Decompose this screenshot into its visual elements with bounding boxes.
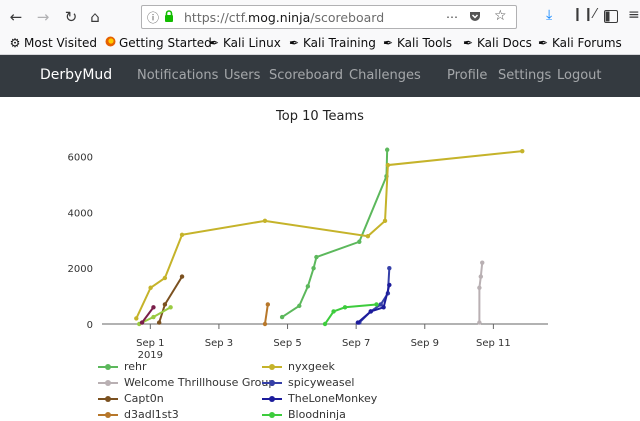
data-point: [162, 275, 168, 281]
data-point: [297, 303, 302, 309]
legend-swatch: [262, 364, 282, 370]
series-line: [478, 262, 484, 323]
legend-item[interactable]: TheLoneMonkey: [262, 392, 377, 405]
series-line: [135, 150, 523, 319]
data-point: [477, 320, 482, 325]
legend-label: rehr: [124, 360, 147, 373]
scoreboard-chart: 0200040006000Sep 12019Sep 3 Sep 5 Sep 7 Sep…: [68, 147, 548, 361]
legend-swatch: [98, 380, 118, 386]
data-point: [385, 162, 391, 168]
legend-swatch: [262, 380, 282, 386]
data-point: [368, 309, 373, 314]
legend-swatch: [262, 396, 282, 402]
data-point: [478, 274, 484, 279]
data-point: [387, 282, 392, 288]
data-point: [151, 314, 156, 320]
legend-swatch: [98, 364, 118, 370]
series-line: [263, 304, 269, 325]
legend-label: d3adl1st3: [124, 408, 179, 421]
data-point: [168, 305, 173, 310]
data-point: [365, 233, 371, 239]
series-line: [358, 268, 391, 324]
data-point: [279, 314, 285, 320]
legend-swatch: [98, 412, 118, 418]
legend-item[interactable]: d3adl1st3: [98, 408, 179, 421]
data-point: [179, 232, 185, 237]
data-point: [311, 266, 316, 271]
x-tick-label: Sep 1: [136, 338, 164, 349]
data-point: [355, 320, 361, 325]
data-point: [265, 302, 271, 307]
legend-item[interactable]: Bloodninja: [262, 408, 346, 421]
data-point: [480, 260, 485, 265]
data-point: [262, 321, 268, 327]
y-tick-label: 0: [87, 320, 93, 331]
data-point: [384, 147, 390, 152]
data-point: [331, 309, 336, 314]
legend-label: nyxgeek: [288, 360, 335, 373]
legend-label: Welcome Thrillhouse Group: [124, 376, 276, 389]
data-point: [179, 274, 185, 279]
data-point: [342, 305, 348, 310]
data-point: [322, 321, 328, 327]
data-point: [477, 285, 482, 290]
legend-label: TheLoneMonkey: [288, 392, 378, 405]
y-tick-label: 6000: [68, 153, 93, 164]
legend-label: Capt0n: [124, 392, 164, 405]
data-point: [151, 305, 156, 310]
series-line: [158, 276, 183, 323]
data-point: [382, 218, 388, 224]
x-tick-label: Sep 9: [411, 338, 439, 349]
data-point: [162, 302, 168, 307]
data-point: [262, 218, 268, 224]
y-tick-label: 2000: [68, 264, 93, 275]
data-point: [139, 320, 145, 325]
data-point: [357, 239, 362, 244]
data-point: [520, 148, 525, 154]
data-point: [381, 305, 386, 310]
legend-swatch: [262, 412, 282, 418]
x-tick-label: Sep 11: [476, 338, 511, 349]
legend-swatch: [98, 396, 118, 402]
data-point: [148, 285, 153, 290]
x-tick-label: Sep 3: [205, 338, 233, 349]
data-point: [387, 266, 392, 271]
data-point: [134, 316, 139, 321]
data-point: [314, 254, 319, 260]
x-tick-label: Sep 5: [273, 338, 301, 349]
legend-label: spicyweasel: [288, 376, 355, 389]
legend-item[interactable]: Welcome Thrillhouse Group: [98, 376, 275, 389]
legend-item[interactable]: spicyweasel: [262, 376, 354, 389]
legend-item[interactable]: nyxgeek: [262, 360, 335, 373]
legend-label: Bloodninja: [288, 408, 346, 421]
x-tick-label: Sep 7: [342, 338, 370, 349]
data-point: [374, 302, 379, 307]
legend-item[interactable]: Capt0n: [98, 392, 164, 405]
data-point: [305, 284, 311, 289]
legend-item[interactable]: rehr: [98, 360, 147, 373]
data-point: [156, 320, 162, 325]
y-tick-label: 4000: [68, 208, 93, 219]
